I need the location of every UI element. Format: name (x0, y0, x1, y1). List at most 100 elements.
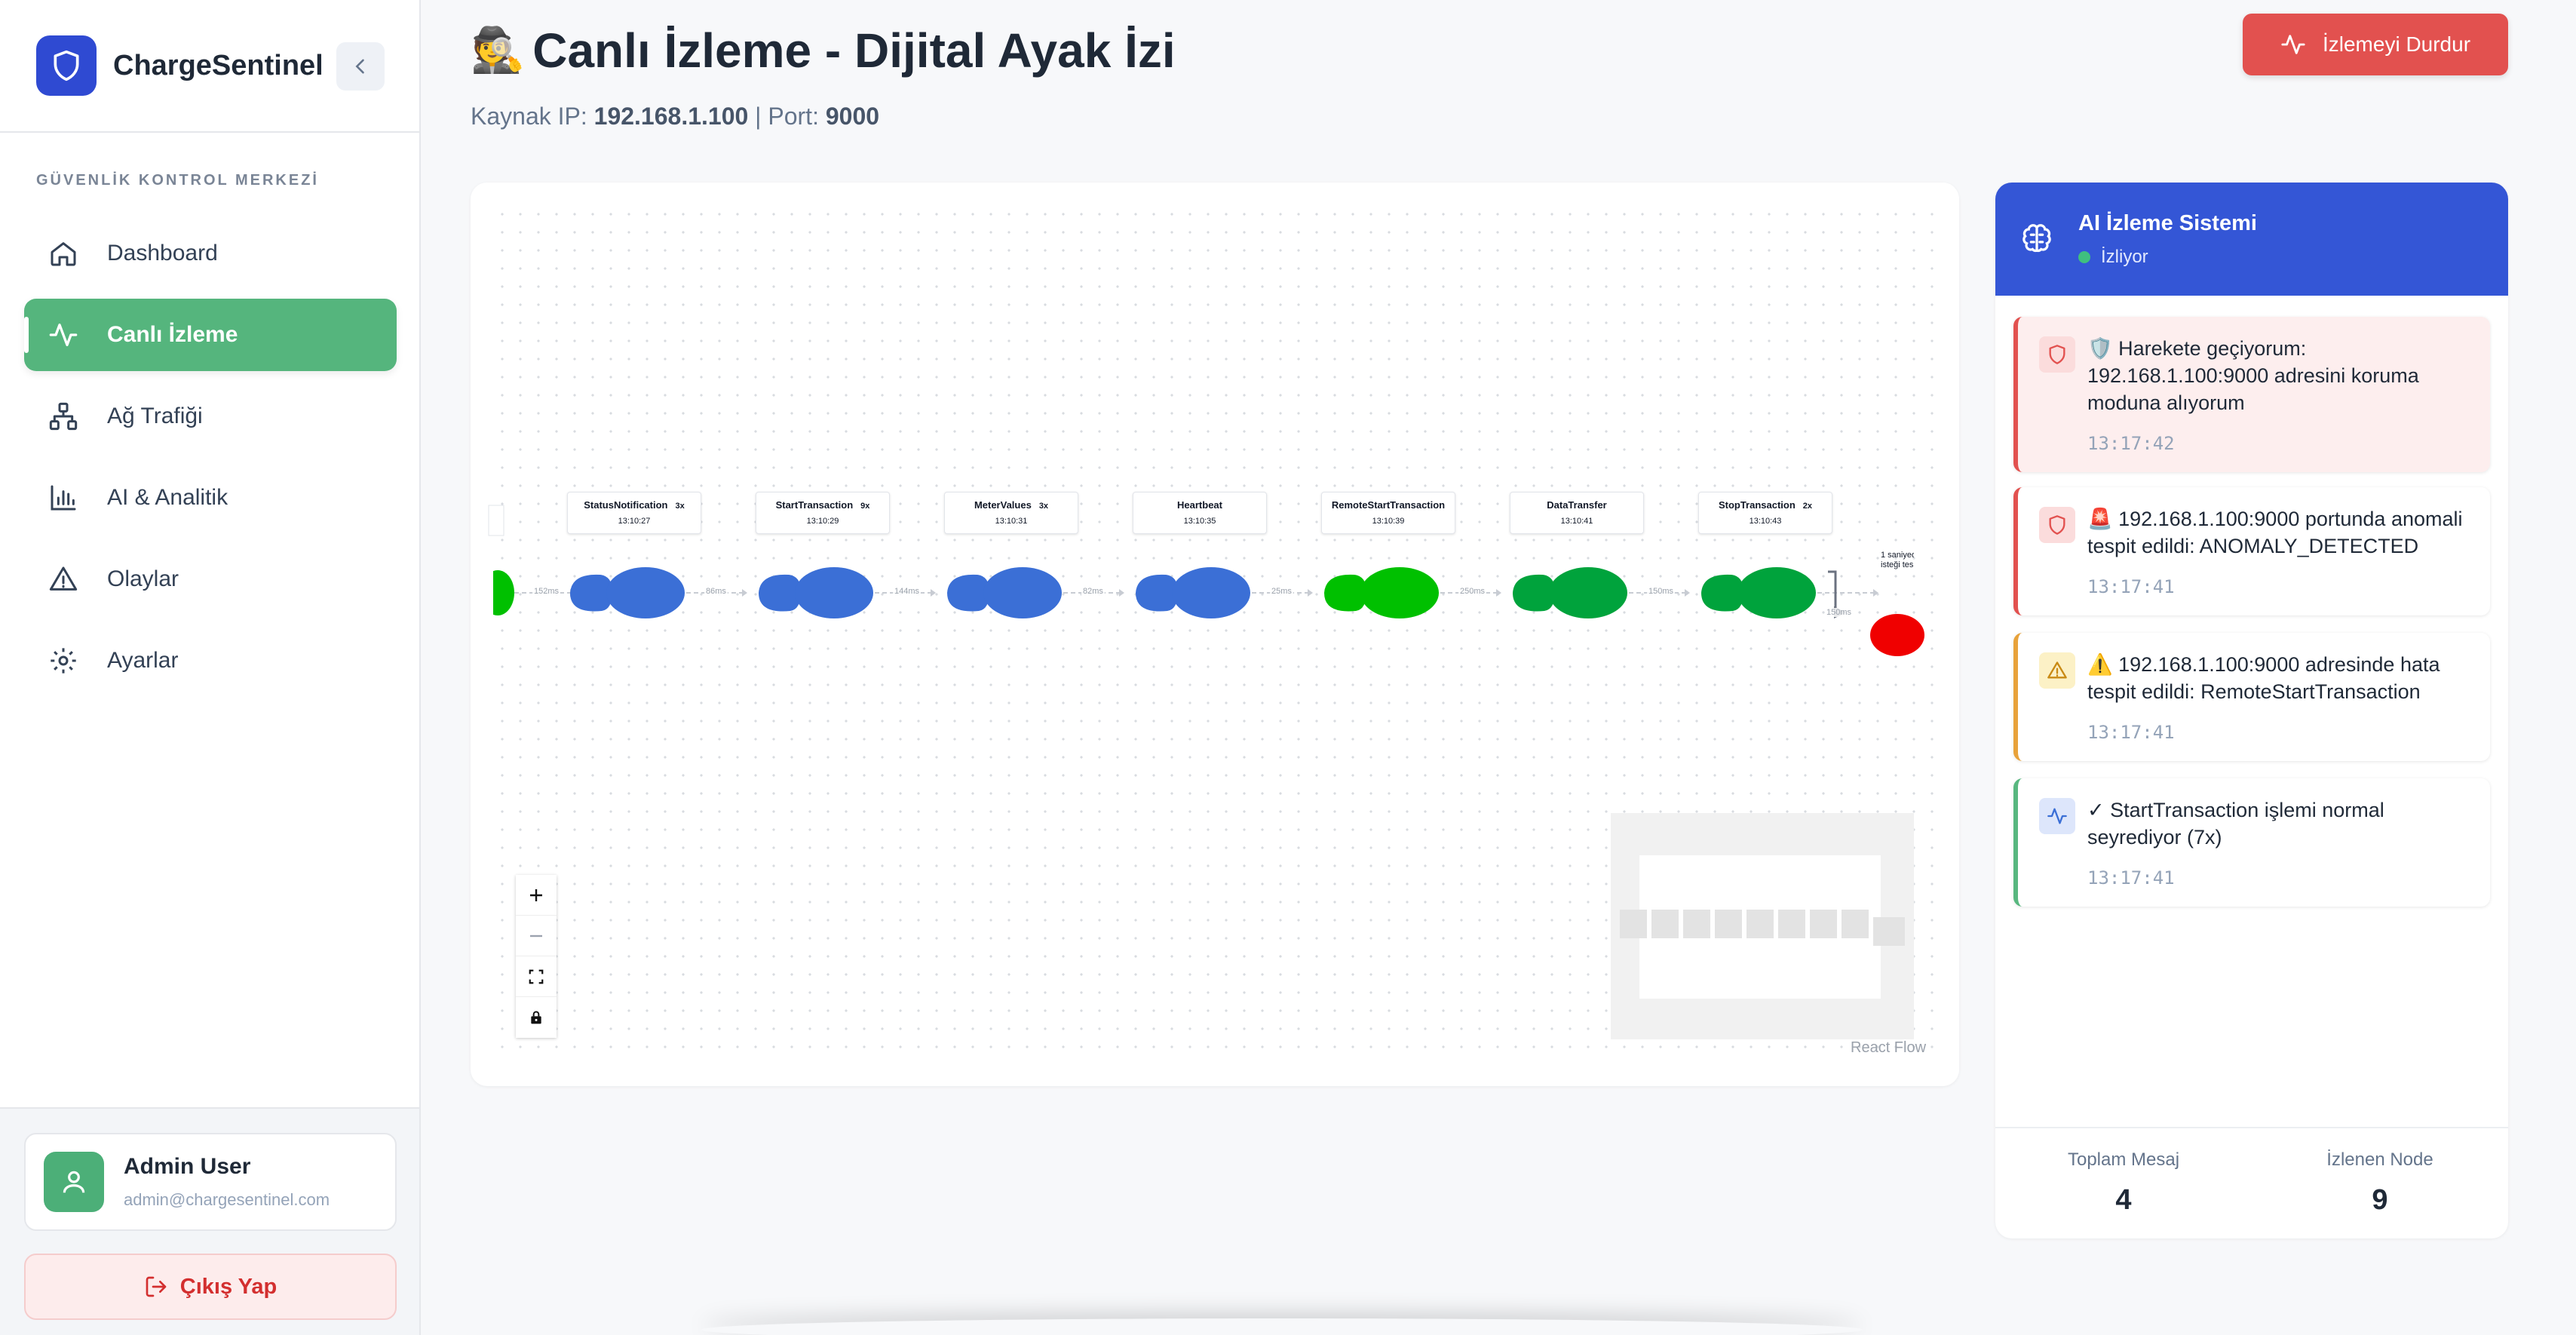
node-name: Heartbeat (1177, 499, 1222, 511)
home-icon (47, 237, 80, 270)
user-card[interactable]: Admin User admin@chargesentinel.com (24, 1133, 397, 1231)
alert-card[interactable]: ⚠️ 192.168.1.100:9000 adresinde hata tes… (2013, 633, 2490, 761)
partial-footprint-node (493, 570, 514, 615)
edge-arrow (931, 589, 936, 597)
footprint-node[interactable] (1136, 567, 1250, 618)
alert-card[interactable]: 🚨 192.168.1.100:9000 portunda anomali te… (2013, 487, 2490, 615)
footprint-flow-canvas[interactable]: 152ms 86ms 144ms 82ms 25ms 250ms 150ms StatusNo… (471, 183, 1959, 1086)
sidebar-nav: Dashboard Canlı İzleme Ağ Trafiği AI & A… (24, 217, 397, 706)
minimap-node (1810, 910, 1837, 938)
node-count: 9x (860, 502, 870, 511)
node-time: 13:10:43 (1749, 517, 1782, 526)
sidebar-item-label: Canlı İzleme (107, 322, 238, 347)
edge-arrow (1308, 589, 1313, 597)
node-name: StopTransaction 2x (1718, 499, 1813, 511)
minimap-node (1683, 910, 1710, 938)
alert-message: 🛡️ Harekete geçiyorum: 192.168.1.100:900… (2087, 337, 2419, 414)
alert-time: 13:17:41 (2087, 867, 2175, 888)
flow-minimap[interactable] (1611, 813, 1914, 1039)
node-label-card[interactable]: StartTransaction 9x 13:10:29 (756, 492, 890, 534)
alert-triangle-icon (47, 563, 80, 596)
lock-interactivity-button[interactable] (516, 997, 557, 1038)
node-time: 13:10:27 (618, 517, 651, 526)
zoom-out-button[interactable] (516, 916, 557, 956)
ai-stats: Toplam Mesaj 4 İzlenen Node 9 (1995, 1127, 2508, 1238)
alert-triangle-icon (2039, 652, 2075, 689)
node-count: 3x (675, 502, 685, 511)
footprint-node[interactable] (1513, 567, 1627, 618)
edge-latency-label: 250ms (1458, 587, 1487, 596)
sidebar-section-label: GÜVENLİK KONTROL MERKEZİ (36, 172, 319, 189)
node-label-card[interactable]: StopTransaction 2x 13:10:43 (1698, 492, 1832, 534)
minimap-node (1620, 910, 1647, 938)
zoom-in-button[interactable] (516, 875, 557, 916)
network-icon (47, 400, 80, 433)
node-name: DataTransfer (1547, 499, 1607, 511)
node-label-card[interactable]: MeterValues 3x 13:10:31 (944, 492, 1078, 534)
stop-monitoring-button[interactable]: İzlemeyi Durdur (2243, 14, 2508, 75)
node-time: 13:10:29 (806, 517, 839, 526)
footprint-node[interactable] (947, 567, 1062, 618)
sidebar-item-label: Dashboard (107, 241, 218, 265)
port-value: 9000 (825, 103, 880, 130)
alert-message: ⚠️ 192.168.1.100:9000 adresinde hata tes… (2087, 653, 2440, 703)
react-flow-attribution[interactable]: React Flow (1851, 1039, 1926, 1057)
anomaly-footprint-node (1870, 614, 1924, 656)
sidebar-item-label: Ağ Trafiği (107, 404, 203, 428)
ai-status-label: İzliyor (2101, 246, 2148, 267)
node-label-card[interactable]: DataTransfer 13:10:41 (1510, 492, 1644, 534)
minus-icon (530, 934, 542, 937)
edge-latency-label: 86ms (704, 587, 728, 596)
stop-monitoring-label: İzlemeyi Durdur (2322, 32, 2471, 56)
sidebar-item-ai-analytics[interactable]: AI & Analitik (24, 462, 397, 534)
page-title-text: Canlı İzleme - Dijital Ayak İzi (532, 23, 1176, 78)
stat-label: İzlenen Node (2326, 1149, 2433, 1170)
user-avatar-icon (44, 1152, 104, 1212)
alert-card[interactable]: ✓ StartTransaction işlemi normal seyredi… (2013, 778, 2490, 907)
logout-button[interactable]: Çıkış Yap (24, 1254, 397, 1320)
sidebar-item-network-traffic[interactable]: Ağ Trafiği (24, 380, 397, 453)
user-area: Admin User admin@chargesentinel.com Çıkı… (0, 1107, 419, 1335)
node-name: MeterValues 3x (974, 499, 1049, 511)
sidebar: ChargeSentinel GÜVENLİK KONTROL MERKEZİ … (0, 0, 421, 1335)
activity-icon (2280, 32, 2306, 57)
edge-latency-label: 25ms (1270, 587, 1293, 596)
edge-arrow (1496, 589, 1501, 597)
footprint-node[interactable] (570, 567, 685, 618)
node-count: 3x (1038, 502, 1049, 511)
ai-status: İzliyor (2078, 247, 2257, 268)
ai-monitoring-panel: AI İzleme Sistemi İzliyor 🛡️ Harekete ge… (1995, 183, 2508, 1238)
sidebar-collapse-button[interactable] (336, 42, 385, 91)
flow-controls (516, 875, 557, 1038)
sidebar-item-settings[interactable]: Ayarlar (24, 625, 397, 697)
source-info: Kaynak IP: 192.168.1.100 | Port: 9000 (471, 103, 879, 130)
node-label-card[interactable]: StatusNotification 3x 13:10:27 (567, 492, 701, 534)
node-time: 13:10:35 (1183, 517, 1216, 526)
stat-value: 9 (2372, 1184, 2388, 1216)
lock-icon (531, 1011, 541, 1024)
stat-value: 4 (2115, 1184, 2132, 1216)
node-label-card[interactable]: Heartbeat 13:10:35 (1133, 492, 1267, 534)
user-name: Admin User (124, 1154, 251, 1179)
edge-latency-label: 144ms (893, 587, 922, 596)
fit-view-button[interactable] (516, 956, 557, 997)
node-name: RemoteStartTransaction (1331, 499, 1446, 511)
logout-icon (144, 1275, 168, 1299)
truncated-node-label: 1 saniyede isteği tes (1881, 551, 1914, 569)
source-ip-value: 192.168.1.100 (593, 103, 749, 130)
sidebar-item-events[interactable]: Olaylar (24, 543, 397, 615)
node-label-card[interactable]: RemoteStartTransaction 13:10:39 (1321, 492, 1455, 534)
sidebar-item-dashboard[interactable]: Dashboard (24, 217, 397, 290)
sidebar-item-live-monitoring[interactable]: Canlı İzleme (24, 299, 397, 371)
alert-time: 13:17:41 (2087, 576, 2175, 597)
footprint-node[interactable] (1701, 567, 1816, 618)
edge-latency-label: 152ms (532, 587, 561, 596)
footprint-node[interactable] (1324, 567, 1439, 618)
brain-icon (2018, 220, 2056, 258)
app-name: ChargeSentinel (113, 49, 324, 81)
alert-card[interactable]: 🛡️ Harekete geçiyorum: 192.168.1.100:900… (2013, 317, 2490, 472)
footprint-node[interactable] (759, 567, 873, 618)
minimap-node (1746, 910, 1774, 938)
plus-icon (530, 888, 542, 901)
brand-header: ChargeSentinel (0, 0, 419, 133)
